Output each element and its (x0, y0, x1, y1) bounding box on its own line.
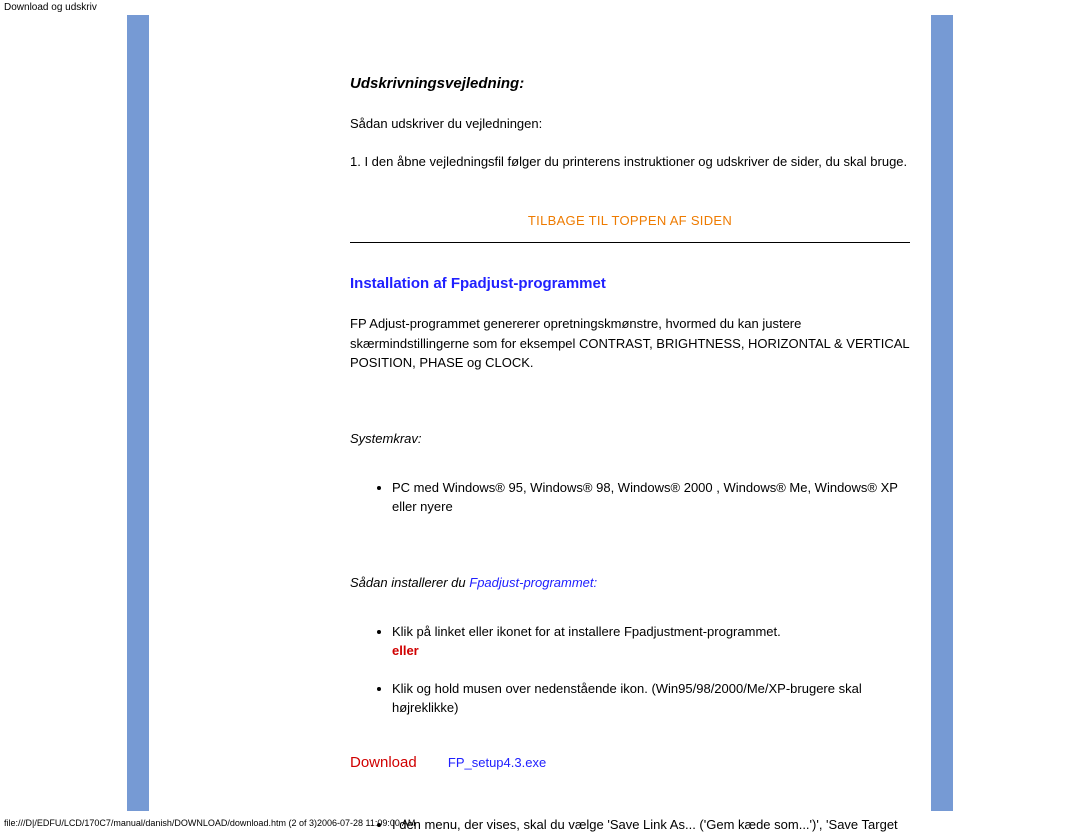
back-to-top-wrap: TILBAGE TIL TOPPEN AF SIDEN (350, 213, 910, 228)
eller-text: eller (392, 643, 419, 658)
page-frame: Udskrivningsvejledning: Sådan udskriver … (105, 15, 975, 834)
back-to-top-link[interactable]: TILBAGE TIL TOPPEN AF SIDEN (528, 213, 732, 228)
footer-file-path: file:///D|/EDFU/LCD/170C7/manual/danish/… (4, 818, 415, 828)
fpadjust-description: FP Adjust-programmet genererer opretning… (350, 314, 910, 373)
install-instructions-label: Sådan installerer du Fpadjust-programmet… (350, 575, 910, 590)
install-steps-list: Klik på linket eller ikonet for at insta… (350, 608, 910, 718)
list-item: Klik og hold musen over nedenstående iko… (392, 665, 910, 718)
section-divider (350, 242, 910, 243)
system-requirements-list: PC med Windows® 95, Windows® 98, Windows… (350, 464, 910, 517)
install-bullet-1-text: Klik på linket eller ikonet for at insta… (392, 624, 781, 639)
after-download-list: I den menu, der vises, skal du vælge 'Sa… (350, 801, 910, 834)
fpadjust-inline-link[interactable]: Fpadjust-programmet: (469, 575, 597, 590)
decorative-strip-right (931, 15, 953, 811)
page-header-label: Download og udskriv (0, 0, 1080, 15)
fpadjust-heading: Installation af Fpadjust-programmet (350, 275, 910, 292)
download-row: Download FP_setup4.3.exe (350, 754, 910, 771)
list-item: PC med Windows® 95, Windows® 98, Windows… (392, 464, 910, 517)
list-item: Klik på linket eller ikonet for at insta… (392, 608, 910, 661)
install-prefix-text: Sådan installerer du (350, 575, 469, 590)
list-item: I den menu, der vises, skal du vælge 'Sa… (392, 801, 910, 834)
print-guide-heading: Udskrivningsvejledning: (350, 75, 910, 92)
system-requirements-label: Systemkrav: (350, 431, 910, 446)
download-label: Download (350, 754, 432, 771)
print-step-1: 1. I den åbne vejledningsfil følger du p… (350, 152, 910, 172)
decorative-strip-left (127, 15, 149, 811)
print-intro-text: Sådan udskriver du vejledningen: (350, 114, 910, 134)
main-content: Udskrivningsvejledning: Sådan udskriver … (350, 15, 910, 834)
download-file-link[interactable]: FP_setup4.3.exe (448, 755, 546, 770)
